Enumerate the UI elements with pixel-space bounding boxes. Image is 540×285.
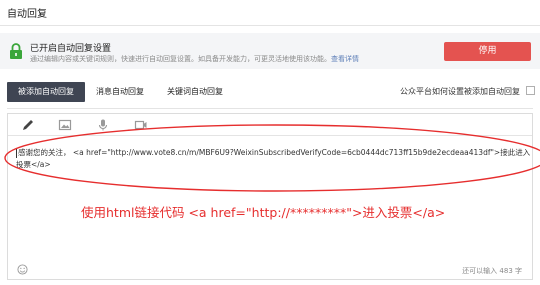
top-divider <box>0 25 540 26</box>
tab-added-auto-reply[interactable]: 被添加自动回复 <box>7 82 85 102</box>
notice-desc-text: 通过编辑内容或关键词规则，快速进行自动回复设置。如具备开发能力，可更灵活地使用该… <box>30 55 331 63</box>
lock-icon <box>10 43 22 59</box>
annotation-text: 使用html链接代码 <a href="http://*********">进入… <box>81 205 446 220</box>
notice-bar: 已开启自动回复设置 通过编辑内容或关键词规则，快速进行自动回复设置。如具备开发能… <box>0 33 540 69</box>
reply-editor: 感谢您的关注， <a href="http://www.vote8.cn/m/M… <box>7 113 533 280</box>
image-icon[interactable] <box>58 118 72 132</box>
pen-icon[interactable] <box>21 118 35 132</box>
page-title: 自动回复 <box>7 9 47 20</box>
editor-toolbar <box>8 114 532 136</box>
notice-title: 已开启自动回复设置 <box>30 44 112 54</box>
reply-text: 感谢您的关注， <a href="http://www.vote8.cn/m/M… <box>16 148 531 169</box>
help-checkbox[interactable] <box>526 86 535 95</box>
notice-description: 通过编辑内容或关键词规则，快速进行自动回复设置。如具备开发能力，可更灵活地使用该… <box>30 54 359 64</box>
microphone-icon[interactable] <box>96 118 110 132</box>
char-count: 还可以输入 483 字 <box>462 267 522 275</box>
editor-content[interactable]: 感谢您的关注， <a href="http://www.vote8.cn/m/M… <box>16 147 531 171</box>
emoji-icon[interactable] <box>17 264 28 275</box>
tabs-divider <box>7 108 533 109</box>
video-icon[interactable] <box>134 118 148 132</box>
help-hint[interactable]: 公众平台如何设置被添加自动回复 <box>400 86 520 97</box>
editor-footer: 还可以输入 483 字 <box>8 260 532 280</box>
tab-message-auto-reply[interactable]: 消息自动回复 <box>96 82 144 102</box>
notice-details-link[interactable]: 查看详情 <box>331 55 359 63</box>
tab-keyword-auto-reply[interactable]: 关键词自动回复 <box>167 82 223 102</box>
text-caret <box>16 148 17 158</box>
disable-button[interactable]: 停用 <box>444 42 531 61</box>
